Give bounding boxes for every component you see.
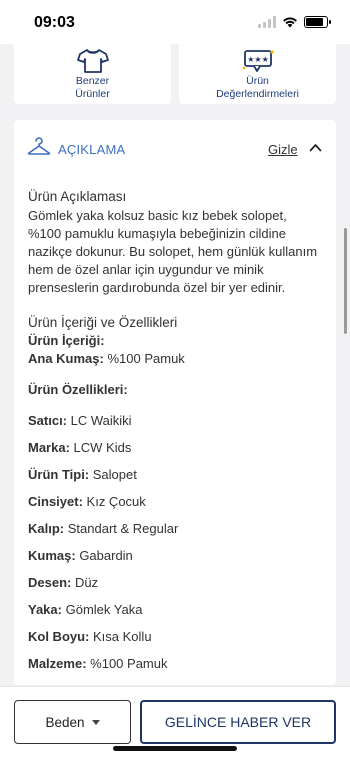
description-heading: Ürün Açıklaması (28, 189, 127, 204)
battery-icon (304, 16, 331, 28)
tshirt-icon (76, 49, 109, 73)
wifi-icon (283, 17, 297, 28)
property-row: Kol Boyu: Kısa Kollu (28, 629, 152, 644)
description-paragraph: Gömlek yaka kolsuz basic kız bebek solop… (28, 208, 318, 295)
svg-text:★★★: ★★★ (247, 55, 269, 64)
property-row: Cinsiyet: Kız Çocuk (28, 494, 146, 509)
bottom-action-bar: Beden GELİNCE HABER VER (0, 686, 350, 757)
property-row: Desen: Düz (28, 575, 99, 590)
contents-heading: Ürün İçeriği ve Özellikleri (28, 315, 178, 330)
chevron-up-icon[interactable] (309, 143, 322, 152)
property-row: Ürün Tipi: Salopet (28, 467, 137, 482)
content-label: Ürün İçeriği: (28, 333, 105, 348)
property-row: Yaka: Gömlek Yaka (28, 602, 143, 617)
description-header[interactable]: AÇIKLAMA Gizle (14, 120, 336, 178)
product-reviews-label: Ürün Değerlendirmeleri (216, 75, 299, 100)
status-time: 09:03 (34, 14, 75, 31)
notify-me-button[interactable]: GELİNCE HABER VER (140, 700, 336, 744)
caret-down-icon (91, 719, 100, 725)
description-content: Ürün Açıklaması Gömlek yaka kolsuz basic… (14, 178, 336, 673)
property-row: Kalıp: Standart & Regular (28, 521, 179, 536)
property-row: Marka: LCW Kids (28, 440, 132, 455)
home-indicator (113, 746, 237, 751)
features-label: Ürün Özellikleri: (28, 382, 128, 397)
size-select-button[interactable]: Beden (14, 700, 131, 744)
signal-icon (258, 16, 276, 28)
similar-products-card[interactable]: Benzer Ürünler (14, 44, 171, 104)
description-panel: AÇIKLAMA Gizle Ürün Açıklaması Gömlek ya… (14, 120, 336, 685)
property-row: Kumaş: Gabardin (28, 548, 133, 563)
scrollbar[interactable] (344, 228, 347, 334)
top-cards: Benzer Ürünler ★★★ Ürün Değerlendirmeler… (14, 44, 336, 104)
size-select-label: Beden (45, 714, 85, 730)
review-icon: ★★★ (242, 50, 274, 72)
status-bar: 09:03 (0, 0, 350, 44)
status-icons (258, 16, 331, 28)
property-row: Malzeme: %100 Pamuk (28, 656, 168, 671)
hanger-icon (27, 137, 51, 155)
product-reviews-card[interactable]: ★★★ Ürün Değerlendirmeleri (179, 44, 336, 104)
property-row: Satıcı: LC Waikiki (28, 413, 132, 428)
similar-products-label: Benzer Ürünler (75, 75, 110, 100)
description-title: AÇIKLAMA (58, 142, 126, 157)
fabric-row: Ana Kumaş: %100 Pamuk (28, 351, 185, 366)
hide-link[interactable]: Gizle (268, 142, 298, 157)
